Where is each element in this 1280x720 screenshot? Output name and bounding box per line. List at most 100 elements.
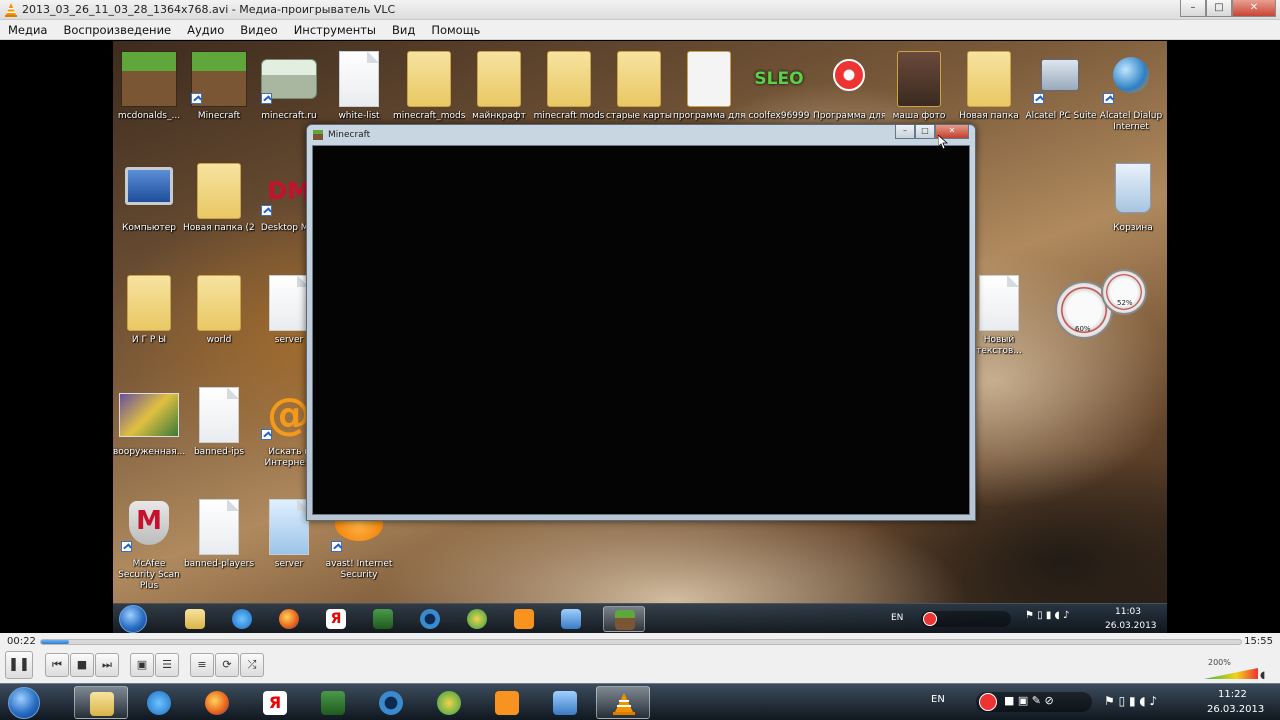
pause-button[interactable]: ❚❚ xyxy=(5,651,33,679)
next-icon: ⏭ xyxy=(102,658,112,671)
taskbar-firefox xyxy=(268,606,310,632)
minimize-button[interactable]: – xyxy=(1180,0,1206,17)
fullscreen-button[interactable]: ▣ xyxy=(130,653,154,677)
volume-slider[interactable]: ◖ xyxy=(1204,667,1272,679)
cpu-gauge-value: 60% xyxy=(1075,325,1091,333)
folder-icon xyxy=(687,51,731,107)
clock-date: 26.03.2013 xyxy=(1105,621,1157,631)
menu-tools[interactable]: Инструменты xyxy=(286,20,384,39)
server-file-icon xyxy=(269,499,309,555)
menu-media[interactable]: Медиа xyxy=(0,20,55,39)
desktop-icon: minecraft_mods xyxy=(393,45,465,125)
taskbar-ie-button[interactable] xyxy=(132,686,186,719)
internet-explorer-icon xyxy=(232,609,252,629)
next-button[interactable]: ⏭ xyxy=(95,653,119,677)
vlc-cone-icon xyxy=(613,693,635,715)
elapsed-time: 00:22 xyxy=(7,636,36,647)
seek-progress xyxy=(41,640,69,644)
desktop-icon: mcdonalds_... xyxy=(113,45,185,125)
windows-taskbar: Я EN ■ ▣ ✎ ⊘ ⚑ ▯ ▮ ◖ ♪ 11:22 26.03.2013 xyxy=(0,683,1280,720)
taskbar-app xyxy=(409,606,451,632)
desktop-icon: маша фото xyxy=(883,45,955,125)
previous-button[interactable]: ⏮ xyxy=(45,653,69,677)
folder-icon xyxy=(477,51,521,107)
firefox-icon xyxy=(205,691,229,715)
clock-date[interactable]: 26.03.2013 xyxy=(1207,704,1264,715)
folder-icon xyxy=(197,275,241,331)
media-app-icon xyxy=(420,609,440,629)
playlist-button[interactable]: ≡ xyxy=(190,653,214,677)
recorded-desktop: mcdonalds_... Minecraft minecraft.ru whi… xyxy=(113,41,1167,633)
loop-icon: ⟳ xyxy=(222,658,232,671)
odnoklassniki-icon xyxy=(514,609,534,629)
shortcut-arrow-icon xyxy=(1103,93,1114,104)
taskbar-odnoklassniki-button[interactable] xyxy=(480,686,534,719)
taskbar-odnoklassniki xyxy=(503,606,545,632)
record-icon[interactable] xyxy=(979,693,997,711)
recorder-toolbar[interactable]: ■ ▣ ✎ ⊘ xyxy=(976,692,1092,712)
desktop-icon: SLEO coolfex96999 xyxy=(743,45,815,125)
stop-button[interactable]: ■ xyxy=(70,653,94,677)
folder-icon xyxy=(407,51,451,107)
app-icon xyxy=(467,609,487,629)
menu-audio[interactable]: Аудио xyxy=(179,20,232,39)
minecraft-block-icon xyxy=(121,51,177,107)
taskbar-vlc-button[interactable] xyxy=(596,686,650,719)
desktop-icon: Новая папка (2) xyxy=(183,157,255,237)
random-button[interactable]: ⤮ xyxy=(240,653,264,677)
tray-icons[interactable]: ⚑ ▯ ▮ ◖ ♪ xyxy=(1104,694,1157,708)
menu-view[interactable]: Вид xyxy=(384,20,423,39)
maximize-button[interactable]: □ xyxy=(1206,0,1232,17)
menu-video[interactable]: Видео xyxy=(232,20,285,39)
taskbar-yandex-button[interactable]: Я xyxy=(248,686,302,719)
screen: 2013_03_26_11_03_28_1364x768.avi - Медиа… xyxy=(0,0,1280,720)
folder-icon xyxy=(90,692,114,716)
taskbar-explorer-button[interactable] xyxy=(74,686,128,719)
record-program-icon xyxy=(833,59,865,91)
taskbar-app xyxy=(456,606,498,632)
document-icon xyxy=(269,275,309,331)
shortcut-arrow-icon xyxy=(261,205,272,216)
minecraft-minimize-button[interactable]: – xyxy=(895,125,915,139)
minecraft-window-title: Minecraft xyxy=(328,130,371,140)
shortcut-arrow-icon xyxy=(261,429,272,440)
minecraft-window[interactable]: Minecraft – □ ✕ xyxy=(306,124,976,521)
taskbar-app-button[interactable] xyxy=(306,686,360,719)
taskbar-yandex: Я xyxy=(315,606,357,632)
taskbar-explorer xyxy=(174,606,216,632)
taskbar-app-button[interactable] xyxy=(364,686,418,719)
previous-icon: ⏮ xyxy=(52,658,62,671)
playlist-icon: ≡ xyxy=(197,658,207,671)
taskbar-sound-button[interactable] xyxy=(538,686,592,719)
minecraft-client-area[interactable] xyxy=(312,145,970,515)
language-indicator[interactable]: EN xyxy=(931,694,945,705)
equalizer-icon: ☰ xyxy=(162,658,172,671)
computer-icon xyxy=(125,167,173,205)
menu-help[interactable]: Помощь xyxy=(423,20,488,39)
desktop-icon: banned-ips xyxy=(183,381,255,461)
clock-time[interactable]: 11:22 xyxy=(1218,689,1247,700)
minecraft-maximize-button[interactable]: □ xyxy=(915,125,935,139)
menu-playback[interactable]: Воспроизведение xyxy=(55,20,179,39)
stop-icon: ■ xyxy=(76,658,88,671)
seek-bar[interactable] xyxy=(40,639,1242,645)
folder-icon xyxy=(127,275,171,331)
desktop-icon: Minecraft xyxy=(183,45,255,125)
video-area[interactable]: mcdonalds_... Minecraft minecraft.ru whi… xyxy=(0,41,1280,633)
close-button[interactable]: ✕ xyxy=(1232,0,1276,17)
desktop-icon: И Г Р Ы xyxy=(113,269,185,349)
loop-button[interactable]: ⟳ xyxy=(215,653,239,677)
start-button[interactable] xyxy=(8,687,40,719)
taskbar-firefox-button[interactable] xyxy=(190,686,244,719)
minecraft-app-icon xyxy=(313,130,323,140)
document-icon xyxy=(199,499,239,555)
document-icon xyxy=(199,387,239,443)
speaker-icon xyxy=(561,609,581,629)
vlc-title-bar: 2013_03_26_11_03_28_1364x768.avi - Медиа… xyxy=(0,0,1280,20)
language-indicator: EN xyxy=(891,613,904,623)
extended-settings-button[interactable]: ☰ xyxy=(155,653,179,677)
fullscreen-icon: ▣ xyxy=(136,658,148,671)
taskbar-app-button[interactable] xyxy=(422,686,476,719)
recorder-toolbar xyxy=(921,611,1011,627)
mouse-cursor-icon xyxy=(938,135,948,149)
